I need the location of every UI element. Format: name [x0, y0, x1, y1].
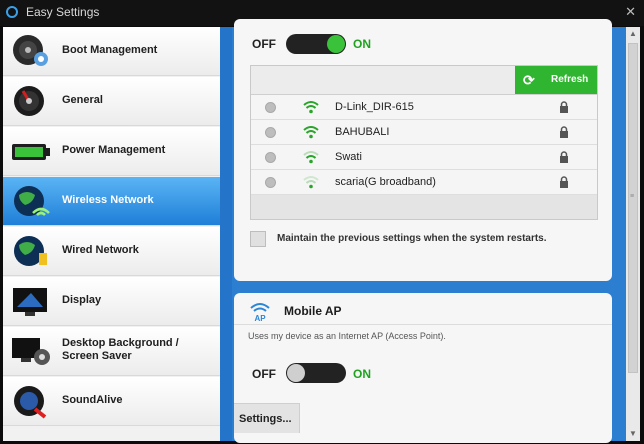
mobile-ap-on-label: ON [353, 367, 371, 381]
wireless-on-label: ON [353, 37, 371, 51]
toggle-knob [327, 35, 345, 53]
network-list: ⟳ Refresh D-Link_DIR-615 BAHUBALI Swati … [250, 65, 598, 220]
sidebar-item-label: Wireless Network [62, 194, 154, 206]
mobile-ap-panel: AP Mobile AP Uses my device as an Intern… [234, 293, 612, 443]
sidebar-item-label: SoundAlive [62, 394, 123, 406]
display-icon [13, 288, 47, 316]
maintain-settings-checkbox[interactable] [250, 231, 266, 247]
toggle-knob [287, 364, 305, 382]
divider [234, 324, 612, 325]
refresh-icon: ⟳ [523, 72, 535, 88]
maintain-settings-label: Maintain the previous settings when the … [277, 233, 547, 244]
mobile-ap-icon: AP [250, 303, 270, 323]
lock-icon [560, 176, 568, 188]
wireless-globe-icon [14, 186, 50, 216]
refresh-label: Refresh [551, 74, 589, 85]
scroll-up-icon[interactable]: ▲ [626, 27, 640, 41]
network-list-header: ⟳ Refresh [251, 66, 597, 95]
sidebar-item-label: Power Management [62, 144, 166, 156]
network-row[interactable]: BAHUBALI [251, 120, 597, 145]
network-ssid: scaria(G broadband) [335, 176, 436, 188]
wifi-signal-icon [303, 101, 319, 114]
wifi-signal-icon [303, 151, 319, 164]
sidebar-item-power-management[interactable]: Power Management [3, 127, 220, 176]
mobile-ap-title: Mobile AP [284, 304, 342, 318]
general-icon [14, 86, 44, 116]
mobile-ap-icon-text: AP [254, 314, 266, 323]
network-row[interactable]: D-Link_DIR-615 [251, 95, 597, 120]
easy-settings-window: Easy Settings ✕ Boot Management General … [0, 0, 644, 444]
lock-icon [560, 126, 568, 138]
boot-management-icon [13, 35, 48, 66]
battery-icon [12, 144, 50, 160]
network-row[interactable]: Swati [251, 145, 597, 170]
wifi-signal-icon [303, 176, 319, 189]
network-radio[interactable] [265, 102, 276, 113]
desktop-background-icon [12, 338, 50, 365]
sidebar-item-desktop-background[interactable]: Desktop Background / Screen Saver [3, 327, 220, 376]
network-radio[interactable] [265, 177, 276, 188]
wired-globe-icon [14, 236, 47, 266]
close-icon[interactable]: ✕ [625, 4, 636, 20]
sidebar-item-soundalive[interactable]: SoundAlive [3, 377, 220, 426]
window-title: Easy Settings [26, 5, 100, 19]
scroll-grip-icon: ≡ [630, 193, 635, 200]
network-ssid: BAHUBALI [335, 126, 390, 138]
sidebar-item-general[interactable]: General [3, 77, 220, 126]
refresh-button[interactable]: ⟳ Refresh [515, 66, 597, 94]
wireless-off-label: OFF [252, 37, 276, 51]
network-ssid: D-Link_DIR-615 [335, 101, 414, 113]
sidebar-item-wired-network[interactable]: Wired Network [3, 227, 220, 276]
lock-icon [560, 101, 568, 113]
network-ssid: Swati [335, 151, 362, 163]
wireless-toggle[interactable] [286, 34, 346, 54]
sidebar-item-boot-management[interactable]: Boot Management [3, 27, 220, 76]
mobile-ap-description: Uses my device as an Internet AP (Access… [248, 331, 446, 341]
mobile-ap-off-label: OFF [252, 367, 276, 381]
sound-icon [14, 386, 47, 419]
sidebar: Boot Management General Power Management… [3, 27, 220, 441]
content-gutter [220, 27, 232, 441]
sidebar-item-label: Display [62, 294, 102, 306]
wireless-panel: OFF ON ⟳ Refresh D-Link_DIR-615 BAHUBALI… [234, 19, 612, 281]
sidebar-item-label: Boot Management [62, 44, 158, 56]
app-icon [6, 6, 18, 18]
scroll-down-icon[interactable]: ▼ [626, 427, 640, 441]
settings-content: OFF ON ⟳ Refresh D-Link_DIR-615 BAHUBALI… [232, 19, 626, 443]
mobile-ap-toggle[interactable] [286, 363, 346, 383]
lock-icon [560, 151, 568, 163]
wifi-signal-icon [303, 126, 319, 139]
sidebar-item-label: General [62, 94, 103, 106]
network-row[interactable]: scaria(G broadband) [251, 170, 597, 195]
network-radio[interactable] [265, 127, 276, 138]
sidebar-item-label: Desktop Background / Screen Saver [62, 337, 179, 362]
sidebar-item-label: Wired Network [62, 244, 139, 256]
sidebar-item-wireless-network[interactable]: Wireless Network [3, 177, 220, 226]
network-radio[interactable] [265, 152, 276, 163]
vertical-scrollbar[interactable]: ▲ ≡ ▼ [626, 27, 640, 441]
scroll-thumb[interactable] [628, 43, 638, 373]
sidebar-item-display[interactable]: Display [3, 277, 220, 326]
settings-button[interactable]: Settings... [234, 403, 300, 433]
